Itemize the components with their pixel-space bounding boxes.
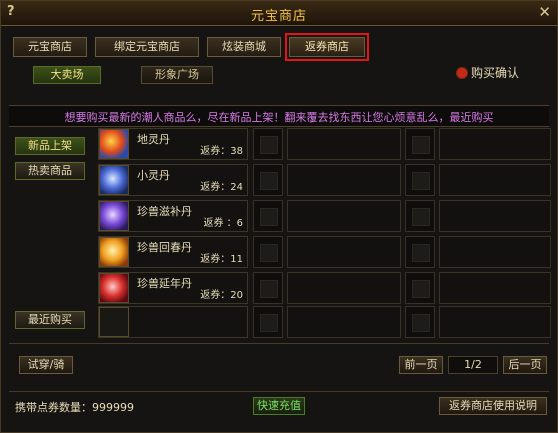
orange-blue-orb-icon [99, 129, 129, 159]
item-card[interactable]: 珍兽回春丹 返券：11 [98, 236, 248, 268]
empty-slot[interactable] [253, 306, 283, 338]
empty-item-card [98, 306, 248, 338]
prev-page-button[interactable]: 前一页 [399, 356, 443, 374]
empty-panel [287, 164, 401, 196]
side-hot-items[interactable]: 热卖商品 [15, 162, 85, 180]
side-new-arrivals[interactable]: 新品上架 [15, 137, 85, 155]
empty-slot[interactable] [405, 164, 435, 196]
empty-panel [439, 200, 551, 232]
empty-panel [287, 306, 401, 338]
item-name: 珍兽回春丹 [137, 241, 192, 254]
item-name: 小灵丹 [137, 169, 170, 182]
empty-slot[interactable] [253, 236, 283, 268]
promo-banner: 想要购买最新的潮人商品么，尽在新品上架！翻来覆去找东西让您心烦意乱么，最近购买 [9, 105, 549, 127]
blue-orb-icon [99, 165, 129, 195]
empty-panel [439, 236, 551, 268]
empty-panel [287, 128, 401, 160]
empty-panel [439, 306, 551, 338]
next-page-button[interactable]: 后一页 [503, 356, 547, 374]
window-title: 元宝商店 [250, 9, 307, 24]
voucher-balance: 携带点券数量：999999 [15, 401, 134, 414]
empty-panel [287, 200, 401, 232]
try-on-button[interactable]: 试穿/骑 [19, 356, 73, 374]
empty-panel [439, 272, 551, 304]
item-card[interactable]: 珍兽滋补丹 返券 ：6 [98, 200, 248, 232]
side-recent-purchases[interactable]: 最近购买 [15, 311, 85, 329]
divider [9, 343, 549, 344]
empty-slot[interactable] [253, 200, 283, 232]
quick-recharge-button[interactable]: 快速充值 [253, 397, 305, 415]
empty-panel [287, 236, 401, 268]
subtab-image-plaza[interactable]: 形象广场 [141, 66, 213, 84]
confirm-label: 购买确认 [471, 66, 520, 80]
page-indicator: 1/2 [448, 356, 498, 374]
item-card[interactable]: 小灵丹 返券：24 [98, 164, 248, 196]
empty-slot[interactable] [405, 272, 435, 304]
title-bar: ? 元宝商店 ✕ [1, 1, 557, 26]
item-price: 返券：24 [200, 182, 243, 193]
item-name: 珍兽滋补丹 [137, 205, 192, 218]
item-card[interactable]: 地灵丹 返券：38 [98, 128, 248, 160]
item-price: 返券 ：6 [203, 218, 243, 229]
empty-panel [439, 164, 551, 196]
empty-slot[interactable] [253, 164, 283, 196]
tab-fashion-mall[interactable]: 炫装商城 [207, 37, 281, 57]
item-name: 珍兽延年丹 [137, 277, 192, 290]
empty-slot[interactable] [405, 236, 435, 268]
empty-slot-icon [99, 307, 129, 337]
tab-yuanbao-shop[interactable]: 元宝商店 [13, 37, 87, 57]
gold-orb-icon [99, 237, 129, 267]
item-price: 返券：11 [200, 254, 243, 265]
subtab-marketplace[interactable]: 大卖场 [33, 66, 101, 84]
banner-text: 想要购买最新的潮人商品么，尽在新品上架！翻来覆去找东西让您心烦意乱么，最近购买 [64, 111, 494, 124]
item-name: 地灵丹 [137, 133, 170, 146]
confirm-radio-icon[interactable] [456, 67, 468, 79]
empty-slot[interactable] [253, 272, 283, 304]
close-icon[interactable]: ✕ [538, 3, 551, 21]
item-card[interactable]: 珍兽延年丹 返券：20 [98, 272, 248, 304]
purple-orb-icon [99, 201, 129, 231]
empty-slot[interactable] [405, 200, 435, 232]
tab-bound-yuanbao-shop[interactable]: 绑定元宝商店 [95, 37, 199, 57]
divider [9, 391, 549, 392]
item-price: 返券：38 [200, 146, 243, 157]
empty-slot[interactable] [405, 306, 435, 338]
empty-panel [439, 128, 551, 160]
shop-help-button[interactable]: 返券商店使用说明 [439, 397, 547, 415]
active-tab-highlight [285, 33, 369, 61]
red-orb-icon [99, 273, 129, 303]
shop-window: ? 元宝商店 ✕ 元宝商店 绑定元宝商店 炫装商城 返券商店 大卖场 形象广场 … [0, 0, 558, 433]
empty-panel [287, 272, 401, 304]
empty-slot[interactable] [253, 128, 283, 160]
item-price: 返券：20 [200, 290, 243, 301]
empty-slot[interactable] [405, 128, 435, 160]
